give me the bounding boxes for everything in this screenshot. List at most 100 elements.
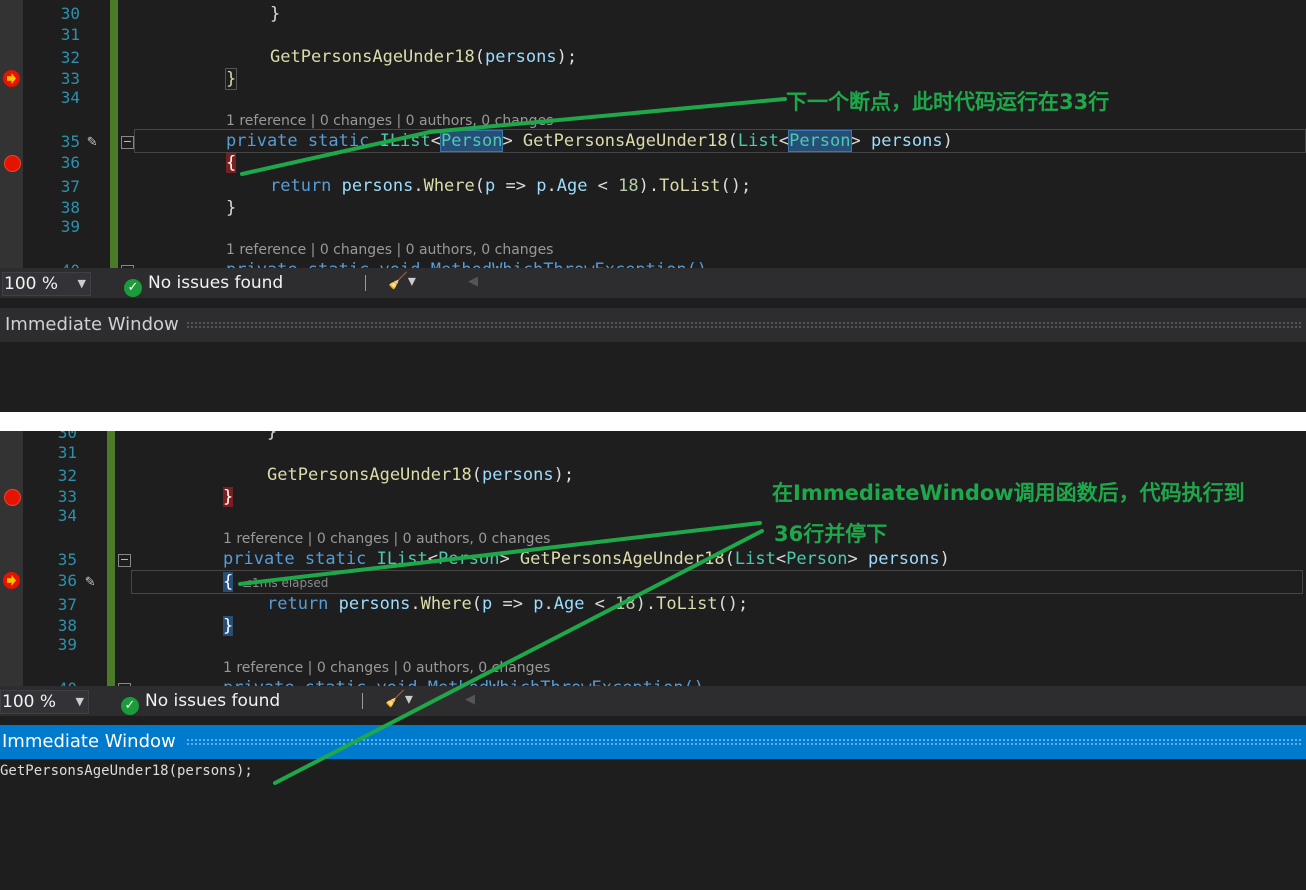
keyword: private	[223, 549, 295, 569]
issues-label: No issues found	[145, 691, 281, 711]
code-editor-bottom[interactable]: 30 31 32 33 34 35 36 37 38 39 40 ✎ − − }…	[0, 431, 1306, 687]
line-number: 30	[57, 431, 77, 442]
glyph-margin[interactable]	[0, 0, 23, 270]
pin-icon[interactable]: ✎	[80, 130, 104, 152]
drag-grip[interactable]	[186, 321, 1302, 328]
code-line-30: }	[270, 4, 281, 24]
editor-status-bar: 100 % ▼ ✓ No issues found 🧹▾ ◀	[0, 686, 1306, 716]
identifier: p	[536, 176, 547, 196]
divider	[365, 275, 366, 291]
line-number: 32	[57, 466, 77, 485]
collapse-icon[interactable]: −	[118, 554, 131, 567]
code-line-38: }	[226, 198, 237, 218]
top-screenshot-panel: 30 31 32 33 34 35 36 37 38 39 40 ✎ − − }…	[0, 0, 1306, 412]
line-number: 36	[60, 153, 80, 172]
bottom-screenshot-panel: 30 31 32 33 34 35 36 37 38 39 40 ✎ − − }…	[0, 431, 1306, 890]
identifier: Age	[556, 176, 588, 196]
breakpoint-icon[interactable]	[4, 155, 21, 172]
line-number: 35	[57, 550, 77, 569]
code-line-32: GetPersonsAgeUnder18(persons);	[267, 465, 575, 485]
opening-brace: {	[226, 153, 237, 173]
method-name: ToList	[659, 176, 721, 196]
zoom-dropdown[interactable]: 100 % ▼	[2, 272, 91, 296]
breakpoint-icon[interactable]	[4, 489, 21, 506]
codelens[interactable]: 1 reference | 0 changes | 0 authors, 0 c…	[223, 659, 550, 677]
immediate-window-body[interactable]	[0, 342, 1306, 412]
type-name: Person	[440, 130, 504, 152]
chevron-down-icon: ▼	[75, 695, 84, 708]
line-number: 37	[60, 177, 80, 196]
line-number: 31	[60, 25, 80, 44]
code-line-35: private static IList<Person> GetPersonsA…	[223, 549, 950, 569]
scroll-left-icon[interactable]: ◀	[468, 274, 478, 289]
argument: persons	[481, 465, 554, 485]
separator	[0, 412, 1306, 431]
chevron-down-icon: ▼	[77, 277, 86, 290]
line-number: 33	[60, 69, 80, 88]
type-name: List	[737, 131, 779, 151]
code-line-33: }	[224, 68, 238, 90]
opening-brace: {	[223, 572, 234, 592]
keyword: static	[307, 131, 370, 151]
issues-indicator[interactable]: ✓ No issues found	[121, 690, 280, 715]
zoom-value: 100 %	[2, 692, 57, 712]
type-name: Person	[788, 130, 852, 152]
keyword: static	[304, 549, 367, 569]
codelens[interactable]: 1 reference | 0 changes | 0 authors, 0 c…	[226, 112, 553, 130]
issues-indicator[interactable]: ✓ No issues found	[124, 272, 283, 297]
line-number: 39	[57, 635, 77, 654]
code-line-33: }	[223, 486, 234, 508]
method-name: Where	[423, 176, 475, 196]
type-name: Person	[438, 549, 500, 569]
scroll-left-icon[interactable]: ◀	[465, 692, 475, 707]
change-tracking-bar	[110, 0, 118, 270]
line-number: 36	[57, 571, 77, 590]
line-number: 38	[57, 616, 77, 635]
type-name: IList	[379, 131, 431, 151]
parameter: persons	[870, 131, 943, 151]
drag-grip[interactable]	[186, 738, 1302, 745]
identifier: p	[533, 594, 544, 614]
code-line-36: {	[223, 571, 234, 593]
zoom-dropdown[interactable]: 100 % ▼	[0, 690, 89, 714]
check-icon: ✓	[121, 697, 139, 715]
breakpoint-current-icon[interactable]	[3, 70, 20, 87]
closing-brace: }	[223, 487, 234, 507]
collapse-icon[interactable]: −	[121, 136, 134, 149]
zoom-value: 100 %	[4, 274, 59, 294]
immediate-window-header[interactable]: Immediate Window	[0, 725, 1306, 759]
issues-label: No issues found	[148, 273, 284, 293]
closing-brace: }	[224, 68, 238, 90]
identifier: persons	[338, 594, 411, 614]
cleanup-icon[interactable]: 🧹▾	[388, 271, 416, 290]
identifier: p	[485, 176, 496, 196]
line-number: 32	[60, 48, 80, 67]
code-line-35: private static IList<Person> GetPersonsA…	[226, 130, 953, 152]
method-name: Where	[420, 594, 472, 614]
perf-tip[interactable]: ≤1ms elapsed	[242, 576, 328, 590]
parameter: persons	[867, 549, 940, 569]
code-line-38: }	[223, 615, 234, 637]
cleanup-icon[interactable]: 🧹▾	[385, 689, 413, 708]
code-editor-top[interactable]: 30 31 32 33 34 35 36 37 38 39 40 ✎ − − }…	[0, 0, 1306, 270]
method-name: ToList	[656, 594, 718, 614]
panel-title: Immediate Window	[5, 314, 179, 335]
argument: persons	[484, 47, 557, 67]
pin-icon[interactable]: ✎	[78, 570, 102, 592]
glyph-margin[interactable]	[0, 431, 23, 687]
code-line-36: {	[226, 152, 237, 174]
method-call: GetPersonsAgeUnder18	[270, 47, 475, 67]
type-name: IList	[376, 549, 428, 569]
type-name: List	[734, 549, 776, 569]
immediate-window-body[interactable]: GetPersonsAgeUnder18(persons);	[0, 759, 1306, 890]
divider	[362, 693, 363, 709]
immediate-window-header[interactable]: Immediate Window	[0, 308, 1306, 342]
codelens[interactable]: 1 reference | 0 changes | 0 authors, 0 c…	[223, 530, 550, 548]
line-number: 34	[60, 88, 80, 107]
immediate-input-line[interactable]: GetPersonsAgeUnder18(persons);	[0, 763, 253, 779]
breakpoint-current-icon[interactable]	[3, 572, 20, 589]
method-call: GetPersonsAgeUnder18	[267, 465, 472, 485]
codelens[interactable]: 1 reference | 0 changes | 0 authors, 0 c…	[226, 241, 553, 259]
editor-status-bar: 100 % ▼ ✓ No issues found 🧹▾ ◀	[0, 268, 1306, 298]
closing-brace: }	[223, 616, 234, 636]
